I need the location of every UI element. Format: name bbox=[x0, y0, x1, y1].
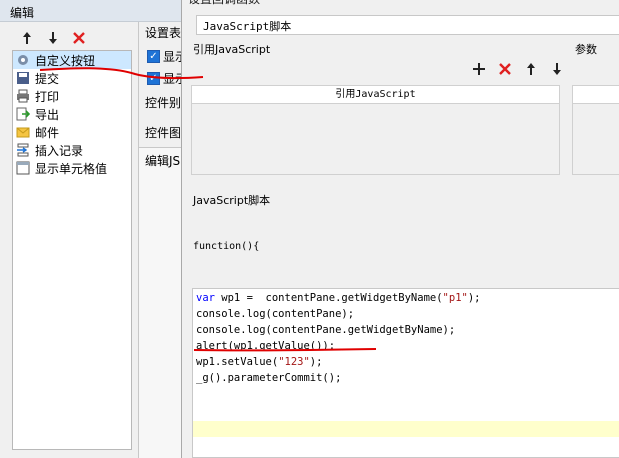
list-item-label: 邮件 bbox=[35, 125, 60, 140]
arrow-down-icon bbox=[553, 63, 561, 75]
arrow-up-icon bbox=[23, 32, 31, 44]
widget-alias-label: 控件别 bbox=[145, 96, 182, 110]
list-item-show-cell-value[interactable]: 显示单元格值 bbox=[13, 159, 131, 177]
js-script-label: JavaScript脚本 bbox=[193, 194, 271, 207]
function-declaration-area: function(){ bbox=[191, 207, 591, 287]
list-item-insert-record[interactable]: 插入记录 bbox=[13, 141, 131, 159]
list-item-label: 显示单元格值 bbox=[35, 161, 108, 176]
arrow-up-icon bbox=[527, 63, 535, 75]
dialog-title: 设置回调函数 bbox=[182, 0, 619, 8]
move-up-button[interactable] bbox=[18, 29, 36, 47]
list-item-label: 提交 bbox=[35, 71, 60, 86]
button-list: 自定义按钮 提交 打印 导出 邮件 插入记录 显示单元格值 bbox=[12, 50, 132, 450]
mail-icon bbox=[15, 124, 31, 140]
edit-toolbar bbox=[18, 28, 88, 48]
add-ref-button[interactable] bbox=[470, 60, 488, 78]
delete-x-icon bbox=[73, 32, 85, 44]
callback-dialog: 设置回调函数 JavaScript脚本 引用JavaScript 参数 引用Ja… bbox=[181, 0, 619, 458]
list-item-label: 自定义按钮 bbox=[35, 53, 96, 68]
list-item-print[interactable]: 打印 bbox=[13, 87, 131, 105]
code-line-6: _g().parameterCommit(); bbox=[196, 372, 342, 384]
settings-heading: 设置表 bbox=[145, 26, 182, 40]
list-item-label: 打印 bbox=[35, 89, 60, 104]
arrow-down-icon bbox=[49, 32, 57, 44]
edit-js-label: 编辑JS bbox=[145, 154, 181, 168]
code-line-3: console.log(contentPane.getWidgetByName)… bbox=[196, 324, 456, 336]
plus-icon bbox=[473, 63, 485, 75]
list-item-custom-button[interactable]: 自定义按钮 bbox=[13, 51, 131, 69]
delete-ref-button[interactable] bbox=[496, 60, 514, 78]
export-icon bbox=[15, 106, 31, 122]
function-declaration: function(){ bbox=[193, 241, 260, 252]
show-checkbox-2[interactable]: ✓ bbox=[147, 72, 160, 85]
save-icon bbox=[15, 70, 31, 86]
delete-x-icon bbox=[499, 63, 511, 75]
edit-window-title: 编辑 bbox=[0, 0, 188, 22]
move-ref-up-button[interactable] bbox=[522, 60, 540, 78]
ref-js-label: 引用JavaScript bbox=[193, 43, 271, 56]
cell-icon bbox=[15, 160, 31, 176]
widget-icon-label: 控件图 bbox=[145, 126, 182, 140]
ref-js-column-header[interactable]: 引用JavaScript bbox=[192, 86, 559, 104]
move-ref-down-button[interactable] bbox=[548, 60, 566, 78]
list-item-export[interactable]: 导出 bbox=[13, 105, 131, 123]
delete-button[interactable] bbox=[70, 29, 88, 47]
ref-js-table: 引用JavaScript bbox=[191, 85, 560, 175]
code-line-1: var wp1 = contentPane.getWidgetByName("p… bbox=[196, 292, 481, 304]
list-item-label: 导出 bbox=[35, 107, 60, 122]
list-item-label: 插入记录 bbox=[35, 143, 84, 158]
show-checkbox-1[interactable]: ✓ bbox=[147, 50, 160, 63]
printer-icon bbox=[15, 88, 31, 104]
code-line-4: alert(wp1.getValue()); bbox=[196, 340, 336, 352]
insert-record-icon bbox=[15, 142, 31, 158]
script-type-field[interactable]: JavaScript脚本 bbox=[196, 15, 619, 35]
move-down-button[interactable] bbox=[44, 29, 62, 47]
param-table bbox=[572, 85, 619, 175]
ref-toolbar bbox=[470, 60, 566, 78]
list-item-mail[interactable]: 邮件 bbox=[13, 123, 131, 141]
param-label: 参数 bbox=[575, 43, 597, 56]
current-line-highlight bbox=[193, 421, 619, 437]
param-column-header[interactable] bbox=[573, 86, 619, 104]
gear-icon bbox=[15, 52, 31, 68]
code-line-5: wp1.setValue("123"); bbox=[196, 356, 323, 368]
list-item-submit[interactable]: 提交 bbox=[13, 69, 131, 87]
code-editor[interactable]: var wp1 = contentPane.getWidgetByName("p… bbox=[192, 288, 619, 458]
code-line-2: console.log(contentPane); bbox=[196, 308, 355, 320]
